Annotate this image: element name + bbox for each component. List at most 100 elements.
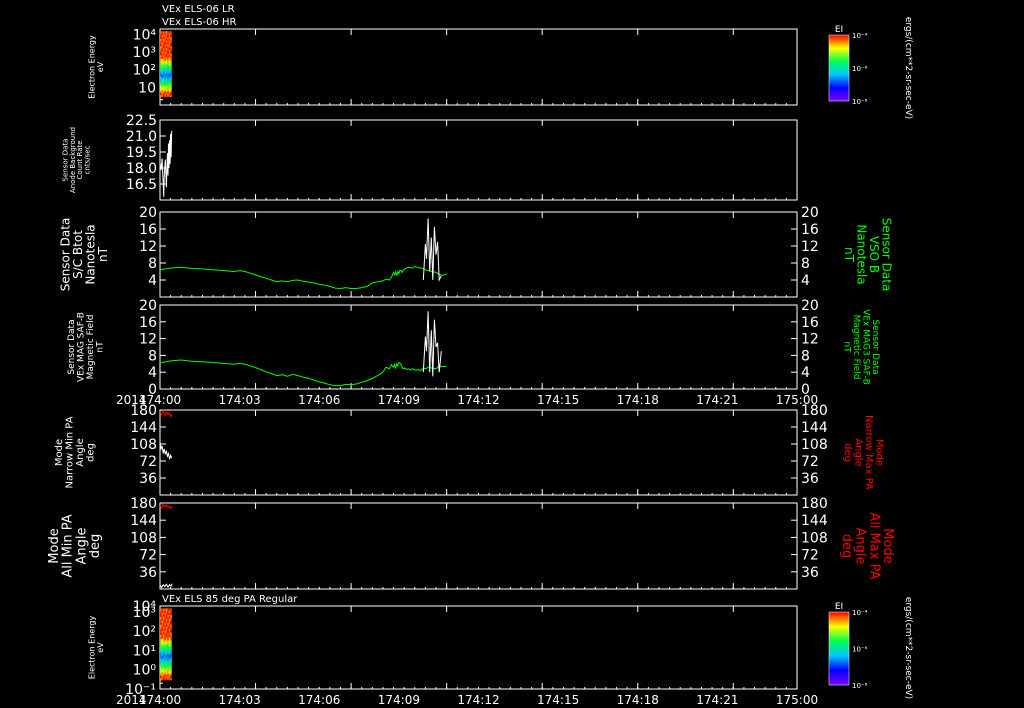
colorbar-label: EI xyxy=(835,25,843,35)
x-tick-label: 174:18 xyxy=(617,693,659,707)
chart-canvas: 1010²10³10⁴Electron Energy eVVEx ELS-06 L… xyxy=(0,0,1024,708)
y-tick-label-right: 12 xyxy=(801,239,819,255)
y-tick-label-right: 20 xyxy=(801,298,819,314)
y-tick-label: 16 xyxy=(139,222,157,238)
x-tick-label: 174:09 xyxy=(378,693,420,707)
y-tick-label: 144 xyxy=(130,420,157,436)
y-tick-label: 21.0 xyxy=(126,129,157,145)
x-tick-label: 174:06 xyxy=(298,393,340,407)
right-axis-label-line: deg xyxy=(842,443,853,462)
y-axis-label-line: deg xyxy=(88,534,103,559)
spectrogram-cell xyxy=(162,31,165,34)
y-tick-label: 4 xyxy=(148,273,157,289)
colorbar-unit-text: ergs/(cm**2-sr-sec-eV) xyxy=(903,17,913,119)
y-tick-label: 22.5 xyxy=(126,113,157,129)
colorbar-label: EI xyxy=(835,602,843,612)
y-tick-label-right: 8 xyxy=(801,256,810,272)
x-tick-label: 174:15 xyxy=(537,693,579,707)
x-tick-label: 174:12 xyxy=(457,393,499,407)
x-tick-label: 174:21 xyxy=(696,393,738,407)
spectrogram-cell xyxy=(167,608,169,611)
y-tick-label: 10² xyxy=(133,624,156,640)
y-tick-label: 12 xyxy=(139,239,157,255)
y-tick-label-right: 4 xyxy=(801,365,810,381)
colorbar-unit-label: ergs/(cm**2-sr-sec-eV) xyxy=(903,597,913,699)
y-tick-label-right: 180 xyxy=(801,496,828,512)
right-axis-label-line: Angle xyxy=(852,438,863,466)
y-tick-label-right: 108 xyxy=(801,530,828,546)
y-tick-label-right: 20 xyxy=(801,205,819,221)
y-axis-label-line: eV xyxy=(96,642,105,653)
y-tick-label: 72 xyxy=(139,454,157,470)
y-axis-label-line: nT xyxy=(95,341,105,353)
y-tick-label-right: 72 xyxy=(801,454,819,470)
colorbar xyxy=(828,611,850,686)
y-tick-label: 16.5 xyxy=(126,177,157,193)
x-tick-label: 174:03 xyxy=(219,693,261,707)
right-axis-label-line: nT xyxy=(842,341,852,353)
y-tick-label: 18.0 xyxy=(126,161,157,177)
colorbar-unit-label: ergs/(cm**2-sr-sec-eV) xyxy=(903,17,913,119)
spectrogram-cell xyxy=(167,31,169,34)
y-tick-label: 10⁰ xyxy=(133,663,157,679)
y-tick-label: 10⁴ xyxy=(133,599,157,615)
y-tick-label-right: 4 xyxy=(801,273,810,289)
y-axis-label-line: deg xyxy=(85,443,96,462)
colorbar-tick-label: 10⁻⁴ xyxy=(852,32,868,40)
x-tick-label: 174:09 xyxy=(378,393,420,407)
right-axis-label-line: Narrow Max PA xyxy=(863,415,874,490)
colorbar-tick-label: 10⁻⁶ xyxy=(852,646,868,654)
spectrogram-cell xyxy=(170,608,172,611)
spectrogram-cell xyxy=(165,608,168,611)
panel-title: VEx ELS-06 LR xyxy=(162,4,235,15)
y-tick-label-right: 36 xyxy=(801,471,819,487)
y-tick-label: 10¹ xyxy=(133,643,156,659)
spectrogram-cell xyxy=(168,608,171,611)
y-tick-label: 180 xyxy=(130,496,157,512)
y-tick-label: 108 xyxy=(130,437,157,453)
x-tick-label: 174:00 xyxy=(139,393,181,407)
y-tick-label: 19.5 xyxy=(126,145,157,161)
y-axis-label-line: Mode xyxy=(54,439,65,466)
colorbar xyxy=(828,34,850,102)
y-tick-label: 36 xyxy=(139,565,157,581)
panel-title: VEx ELS 85 deg PA Regular xyxy=(162,594,298,605)
colorbar-tick-label: 10⁻⁶ xyxy=(852,65,868,73)
spectrogram-cell xyxy=(164,31,166,34)
spectrogram-cell xyxy=(168,31,171,34)
y-tick-label: 10³ xyxy=(133,45,156,61)
right-axis-label-line: nT xyxy=(842,247,856,263)
x-tick-label: 175:00 xyxy=(776,393,818,407)
y-tick-label-right: 8 xyxy=(801,348,810,364)
x-tick-label: 174:00 xyxy=(139,693,181,707)
spectrogram-cell xyxy=(161,31,163,34)
colorbar-tick-label: 10⁻⁸ xyxy=(852,682,868,690)
spectrogram-cell xyxy=(164,608,166,611)
y-tick-label: 8 xyxy=(148,256,157,272)
colorbar-unit-text: ergs/(cm**2-sr-sec-eV) xyxy=(903,597,913,699)
y-tick-label: 20 xyxy=(139,205,157,221)
x-tick-label: 174:21 xyxy=(696,693,738,707)
y-tick-label-right: 108 xyxy=(801,437,828,453)
y-tick-label-right: 16 xyxy=(801,222,819,238)
y-axis-label-line: nT xyxy=(96,246,110,262)
right-axis-label-line: deg xyxy=(839,534,854,559)
y-tick-label-right: 144 xyxy=(801,513,828,529)
y-tick-label-right: 72 xyxy=(801,548,819,564)
y-tick-label: 10 xyxy=(138,80,156,96)
y-tick-label: 36 xyxy=(139,471,157,487)
y-tick-label-right: 36 xyxy=(801,565,819,581)
y-axis-label-line: cnts/sec xyxy=(83,145,91,174)
y-tick-label-right: 16 xyxy=(801,315,819,331)
y-tick-label: 20 xyxy=(139,298,157,314)
colorbar-tick-label: 10⁻⁴ xyxy=(852,609,868,617)
y-tick-label-right: 144 xyxy=(801,420,828,436)
x-tick-label: 174:06 xyxy=(298,693,340,707)
spectrogram-cell xyxy=(162,608,165,611)
y-tick-label: 8 xyxy=(148,348,157,364)
spectrogram-cell xyxy=(160,31,162,34)
spectrogram-cell xyxy=(165,31,168,34)
y-axis-label-line: eV xyxy=(96,61,105,72)
x-tick-label: 174:12 xyxy=(457,693,499,707)
spectrogram-cell xyxy=(161,608,163,611)
